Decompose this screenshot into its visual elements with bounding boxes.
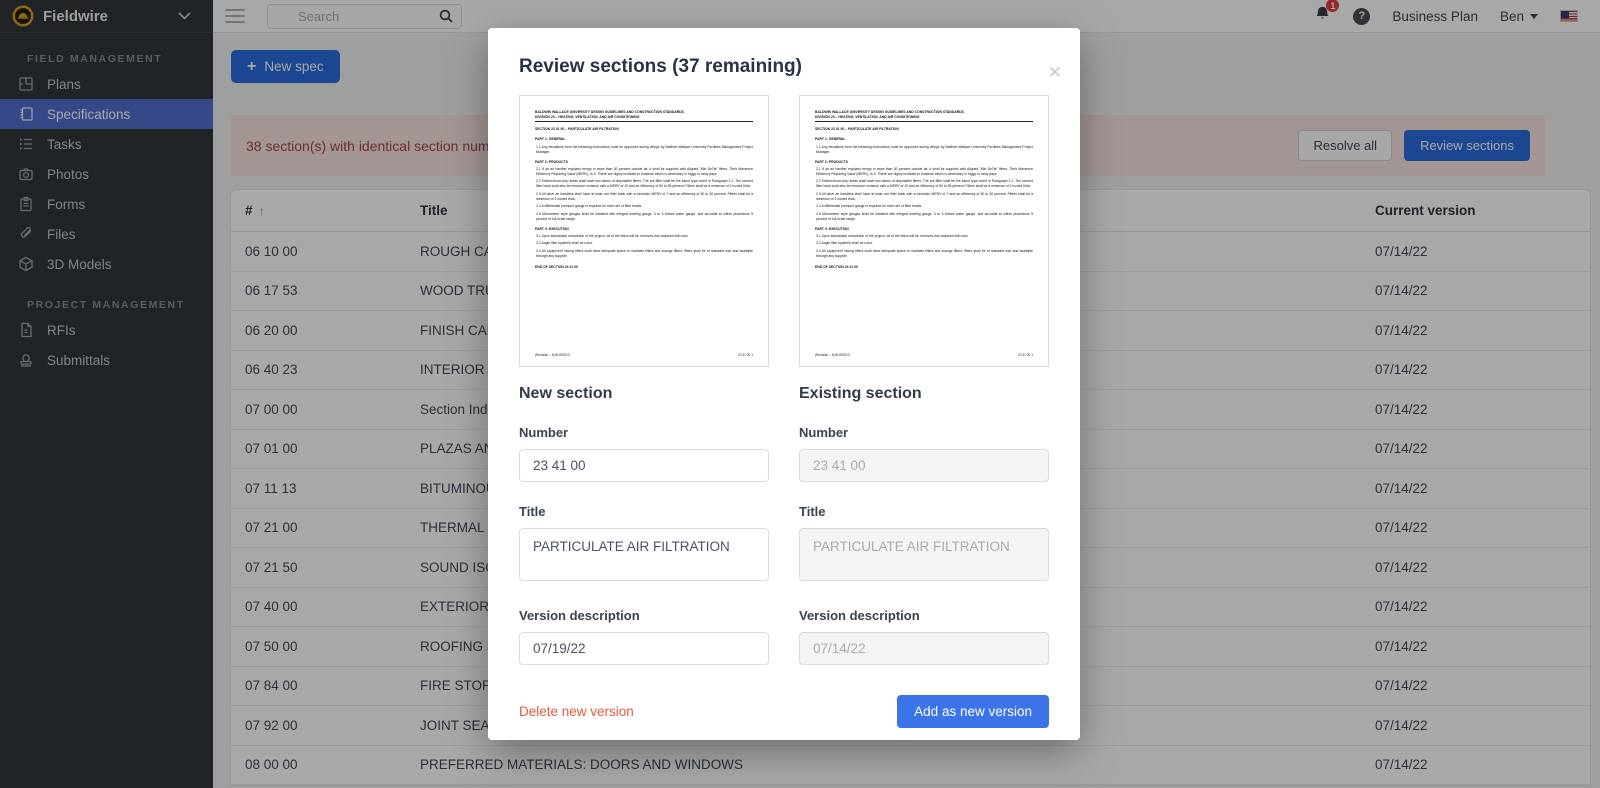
doc-footer: (Revision – 6) 8/15/201323 41 00 1 [815,353,1033,357]
doc-line: PART 2: PRODUCTS [535,160,753,165]
new-section-column: New section Number Title Version descrip… [519,367,769,665]
doc-line: 1.1 Any deviations from the following in… [535,145,753,155]
doc-line: PART 3: EXECUTION [535,227,753,232]
doc-line: 2.1 If an air handler regularly brings i… [815,167,1033,177]
doc-line: 1.1 Any deviations from the following in… [815,145,1033,155]
add-as-new-version-button[interactable]: Add as new version [897,695,1049,728]
new-section-heading: New section [519,385,769,403]
doc-line: 2.5 Monometer style gauges shall be inst… [535,212,753,222]
new-section-version-input[interactable] [519,632,769,665]
doc-page: BALDWIN WALLACE UNIVERSITY DESIGN GUIDEL… [535,110,753,270]
doc-line: SECTION 23 41 00 – PARTICULATE AIR FILTR… [535,127,753,132]
doc-line: 3.3 All equipment having filters shall h… [535,249,753,259]
doc-line: DIVISION 23 – HEATING, VENTILATION, AND … [815,115,1033,122]
doc-line: 2.3 All other air handlers shall have at… [815,192,1033,202]
delete-new-version-link[interactable]: Delete new version [519,704,634,719]
existing-section-column: Existing section Number Title Version de… [799,367,1049,665]
modal-footer: Delete new version Add as new version [519,695,1049,728]
screen: Fieldwire FIELD MANAGEMENT Plans Specifi… [0,0,1600,788]
doc-line: 2.2 Kitchen/food prep areas shall have t… [815,179,1033,189]
doc-line: PART 1: GENERAL [535,137,753,142]
doc-line: 2.5 Monometer style gauges shall be inst… [815,212,1033,222]
doc-line: PART 3: EXECUTION [815,227,1033,232]
doc-line: 3.3 All equipment having filters shall h… [815,249,1033,259]
doc-line: SECTION 23 41 00 – PARTICULATE AIR FILTR… [815,127,1033,132]
existing-section-heading: Existing section [799,385,1049,403]
doc-line: PART 2: PRODUCTS [815,160,1033,165]
review-sections-modal: ✕ Review sections (37 remaining) BALDWIN… [488,28,1080,740]
doc-line: 3.2 Angle filter systems shall be used. [535,241,753,246]
new-section-title-input[interactable] [519,528,769,581]
doc-line: PART 1: GENERAL [815,137,1033,142]
doc-line: 3.2 Angle filter systems shall be used. [815,241,1033,246]
doc-line: 2.4 A differential pressure gauge is req… [535,204,753,209]
doc-line: END OF SECTION 23 41 00 [535,265,753,270]
existing-section-title-input [799,528,1049,581]
doc-line: DIVISION 23 – HEATING, VENTILATION, AND … [535,115,753,122]
title-label: Title [519,504,769,519]
doc-line: 3.1 Upon substantial completion of the p… [535,234,753,239]
existing-section-number-input [799,449,1049,482]
doc-line: 2.4 A differential pressure gauge is req… [815,204,1033,209]
number-label: Number [519,425,769,440]
section-form-columns: New section Number Title Version descrip… [519,367,1049,665]
version-description-label: Version description [519,608,769,623]
close-icon[interactable]: ✕ [1048,64,1062,81]
doc-line: 2.3 All other air handlers shall have at… [535,192,753,202]
new-section-number-input[interactable] [519,449,769,482]
doc-line: 3.1 Upon substantial completion of the p… [815,234,1033,239]
title-label: Title [799,504,1049,519]
doc-line: 2.2 Kitchen/food prep areas shall have t… [535,179,753,189]
doc-line: END OF SECTION 23 41 00 [815,265,1033,270]
doc-page: BALDWIN WALLACE UNIVERSITY DESIGN GUIDEL… [815,110,1033,270]
version-description-label: Version description [799,608,1049,623]
new-section-document-preview: BALDWIN WALLACE UNIVERSITY DESIGN GUIDEL… [519,95,769,367]
modal-title: Review sections (37 remaining) [519,56,1049,78]
doc-line: 2.1 If an air handler regularly brings i… [535,167,753,177]
document-previews: BALDWIN WALLACE UNIVERSITY DESIGN GUIDEL… [519,95,1049,367]
existing-section-version-input [799,632,1049,665]
number-label: Number [799,425,1049,440]
doc-footer: (Revision – 6) 8/15/201323 41 00 1 [535,353,753,357]
existing-section-document-preview: BALDWIN WALLACE UNIVERSITY DESIGN GUIDEL… [799,95,1049,367]
